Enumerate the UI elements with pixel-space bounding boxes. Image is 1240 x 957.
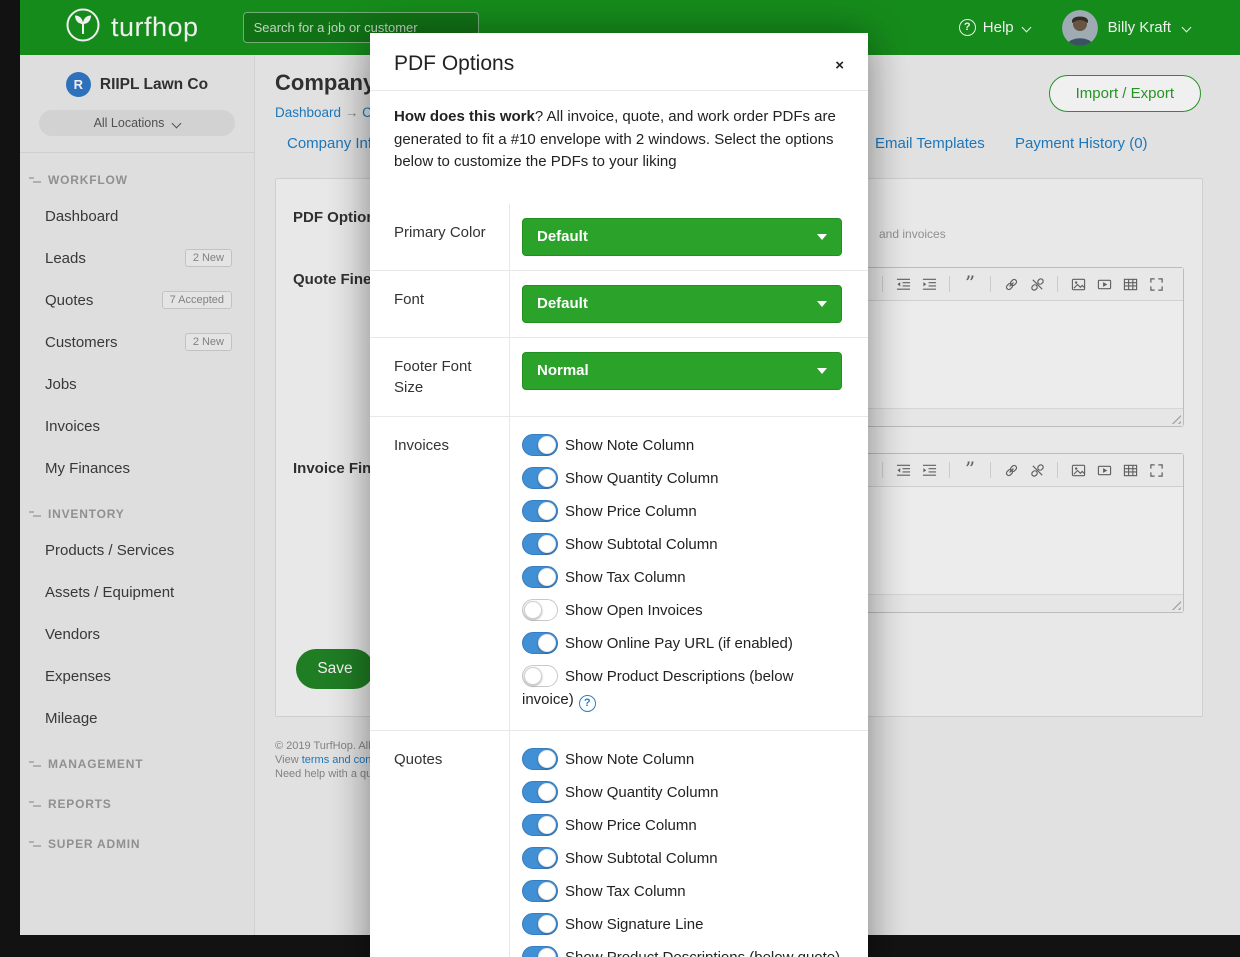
- selected-value: Default: [537, 295, 588, 312]
- toggle-row: Show Quantity Column: [522, 467, 842, 490]
- row-primary-color: Primary Color Default: [370, 204, 868, 271]
- toggle-show-subtotal-column-quotes[interactable]: [522, 847, 558, 869]
- toggle-row: Show Quantity Column: [522, 781, 842, 804]
- toggle-label: Show Tax Column: [565, 883, 686, 900]
- toggle-row: Show Price Column: [522, 500, 842, 523]
- invoices-label: Invoices: [370, 417, 510, 730]
- toggle-label: Show Note Column: [565, 437, 694, 454]
- toggle-label: Show Product Descriptions (below invoice…: [522, 668, 793, 708]
- toggle-show-online-pay-url[interactable]: [522, 632, 558, 654]
- toggle-row: Show Signature Line: [522, 913, 842, 936]
- close-icon[interactable]: ×: [835, 58, 844, 73]
- toggle-row: Show Note Column: [522, 434, 842, 457]
- row-quotes: Quotes Show Note Column Show Quantity Co…: [370, 731, 868, 957]
- toggle-row: Show Subtotal Column: [522, 533, 842, 556]
- toggle-row: Show Product Descriptions (below invoice…: [522, 665, 842, 712]
- toggle-label: Show Tax Column: [565, 569, 686, 586]
- quotes-label: Quotes: [370, 731, 510, 957]
- intro-bold: How does this work: [394, 108, 535, 125]
- font-label: Font: [370, 271, 510, 337]
- toggle-label: Show Quantity Column: [565, 470, 718, 487]
- toggle-label: Show Online Pay URL (if enabled): [565, 635, 793, 652]
- toggle-show-subtotal-column[interactable]: [522, 533, 558, 555]
- modal-intro: How does this work? All invoice, quote, …: [370, 91, 868, 204]
- footer-font-size-label: Footer Font Size: [370, 338, 510, 416]
- toggle-show-note-column-quotes[interactable]: [522, 748, 558, 770]
- row-invoices: Invoices Show Note Column Show Quantity …: [370, 417, 868, 731]
- toggle-label: Show Open Invoices: [565, 602, 703, 619]
- toggle-label: Show Quantity Column: [565, 784, 718, 801]
- toggle-show-product-descriptions-invoice[interactable]: [522, 665, 558, 687]
- toggle-show-price-column[interactable]: [522, 500, 558, 522]
- toggle-show-tax-column[interactable]: [522, 566, 558, 588]
- row-footer-font-size: Footer Font Size Normal: [370, 338, 868, 417]
- toggle-row: Show Tax Column: [522, 566, 842, 589]
- toggle-label: Show Price Column: [565, 503, 697, 520]
- caret-down-icon: [817, 368, 827, 374]
- toggle-show-open-invoices[interactable]: [522, 599, 558, 621]
- toggle-label: Show Subtotal Column: [565, 536, 718, 553]
- selected-value: Default: [537, 228, 588, 245]
- toggle-show-note-column[interactable]: [522, 434, 558, 456]
- toggle-row: Show Price Column: [522, 814, 842, 837]
- caret-down-icon: [817, 301, 827, 307]
- toggle-row: Show Open Invoices: [522, 599, 842, 622]
- toggle-row: Show Tax Column: [522, 880, 842, 903]
- primary-color-label: Primary Color: [370, 204, 510, 270]
- toggle-show-product-descriptions-quote[interactable]: [522, 946, 558, 957]
- toggle-row: Show Subtotal Column: [522, 847, 842, 870]
- toggle-row: Show Online Pay URL (if enabled): [522, 632, 842, 655]
- toggle-row: Show Product Descriptions (below quote) …: [522, 946, 842, 957]
- toggle-label: Show Price Column: [565, 817, 697, 834]
- caret-down-icon: [817, 234, 827, 240]
- help-circle-icon[interactable]: ?: [579, 695, 596, 712]
- toggle-label: Show Note Column: [565, 751, 694, 768]
- toggle-show-tax-column-quotes[interactable]: [522, 880, 558, 902]
- primary-color-select[interactable]: Default: [522, 218, 842, 256]
- toggle-show-quantity-column-quotes[interactable]: [522, 781, 558, 803]
- modal-title: PDF Options: [394, 52, 514, 76]
- toggle-show-quantity-column[interactable]: [522, 467, 558, 489]
- toggle-row: Show Note Column: [522, 748, 842, 771]
- selected-value: Normal: [537, 362, 589, 379]
- toggle-label: Show Product Descriptions (below quote): [565, 949, 840, 957]
- modal-header: PDF Options ×: [370, 33, 868, 91]
- toggle-show-signature-line[interactable]: [522, 913, 558, 935]
- toggle-show-price-column-quotes[interactable]: [522, 814, 558, 836]
- row-font: Font Default: [370, 271, 868, 338]
- pdf-options-modal: PDF Options × How does this work? All in…: [370, 33, 868, 957]
- footer-font-size-select[interactable]: Normal: [522, 352, 842, 390]
- toggle-label: Show Subtotal Column: [565, 850, 718, 867]
- font-select[interactable]: Default: [522, 285, 842, 323]
- toggle-label: Show Signature Line: [565, 916, 703, 933]
